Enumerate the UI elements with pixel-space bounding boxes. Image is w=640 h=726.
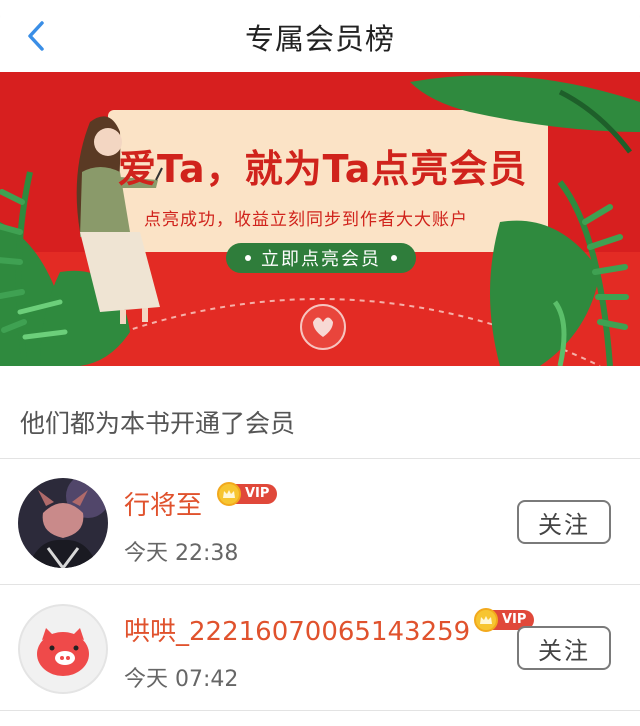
promo-banner[interactable]: 爱Ta，就为Ta点亮会员 点亮成功，收益立刻同步到作者大大账户 立即点亮会员: [0, 72, 640, 366]
avatar[interactable]: [18, 604, 108, 694]
banner-subtitle: 点亮成功，收益立刻同步到作者大大账户: [144, 210, 468, 230]
member-name[interactable]: 哄哄_22216070065143259: [124, 611, 470, 648]
light-up-membership-button[interactable]: 立即点亮会员: [226, 243, 416, 273]
member-row[interactable]: 行将至 VIP 今天 22:38 关注: [0, 459, 640, 584]
banner-title: 爱Ta，就为Ta点亮会员: [118, 147, 528, 191]
member-row[interactable]: 哄哄_22216070065143259 VIP 今天 07:42 关注: [0, 585, 640, 710]
crown-icon: [217, 482, 241, 506]
avatar-image: [18, 478, 108, 568]
vip-badge: VIP: [217, 482, 278, 506]
dot-icon: [245, 255, 251, 261]
follow-button[interactable]: 关注: [517, 500, 611, 544]
page-title: 专属会员榜: [244, 22, 395, 56]
follow-button[interactable]: 关注: [517, 626, 611, 670]
member-time: 今天 22:38: [124, 541, 239, 566]
member-name[interactable]: 行将至: [124, 485, 202, 522]
top-bar: 专属会员榜: [0, 0, 640, 72]
avatar[interactable]: [18, 478, 108, 568]
divider: [0, 710, 640, 711]
avatar-image: [18, 604, 108, 694]
member-time: 今天 07:42: [124, 667, 239, 692]
crown-icon: [474, 608, 498, 632]
dot-icon: [391, 255, 397, 261]
section-heading: 他们都为本书开通了会员: [20, 409, 296, 438]
banner-button-label: 立即点亮会员: [261, 249, 381, 270]
